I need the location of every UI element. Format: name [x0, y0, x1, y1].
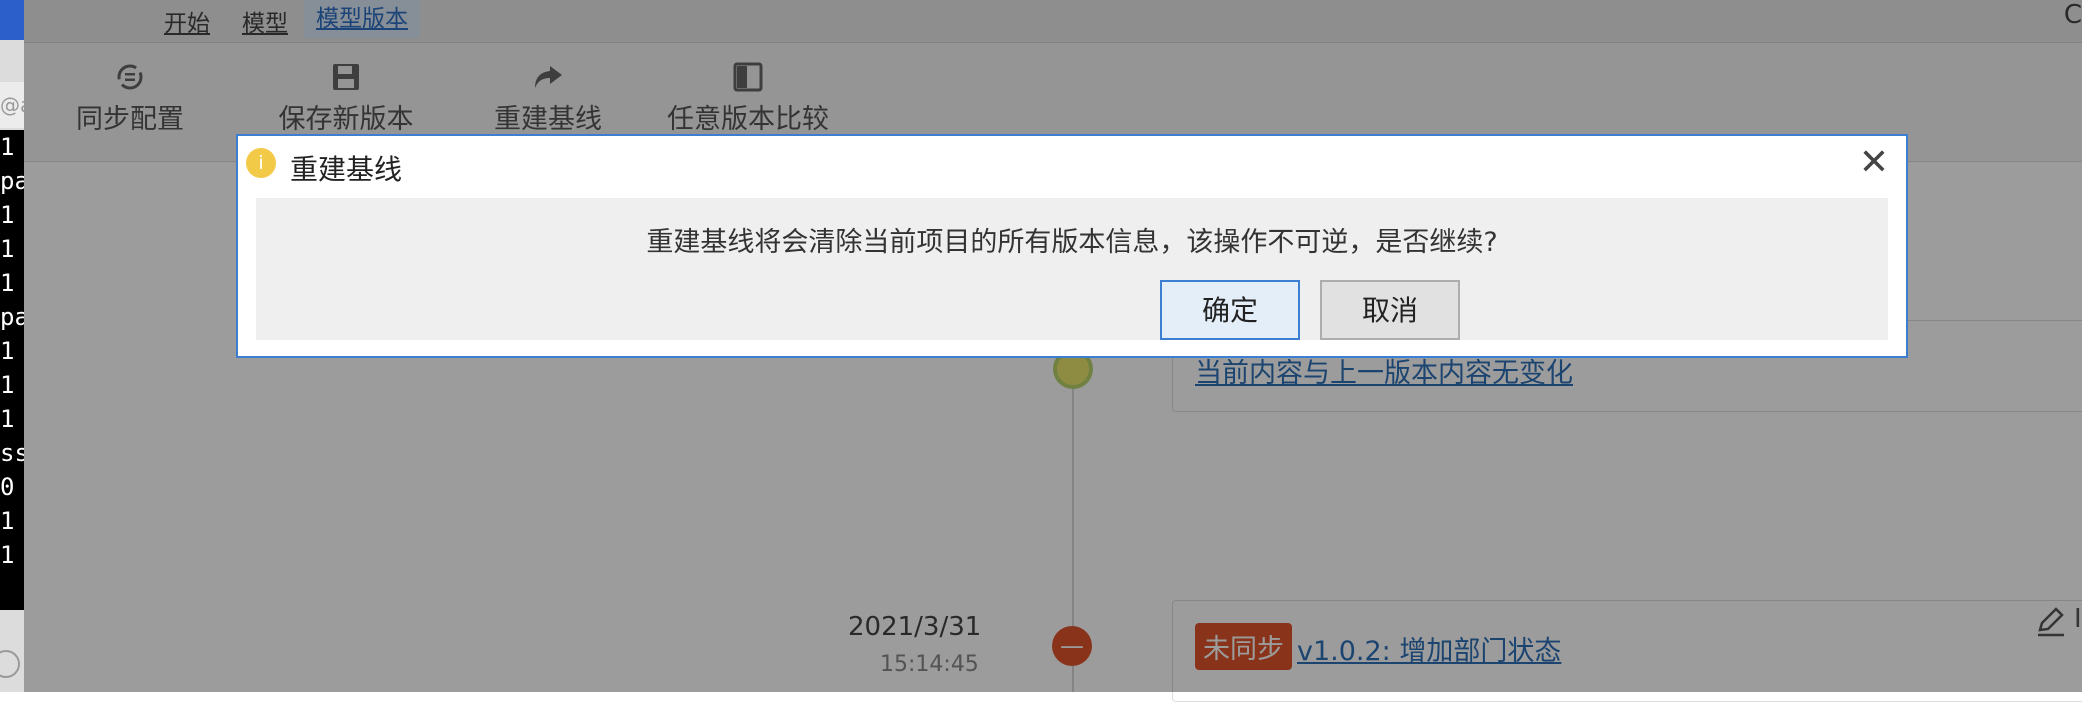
terminal-line: 1 [0, 235, 15, 263]
circle-icon [0, 650, 20, 678]
terminal-line: 1 [0, 201, 15, 229]
dialog-title: 重建基线 [290, 153, 403, 186]
terminal-line: 1 [0, 337, 15, 365]
terminal-address-fragment: @a [0, 82, 24, 128]
rebuild-baseline-dialog: i 重建基线 ✕ 重建基线将会清除当前项目的所有版本信息，该操作不可逆，是否继续… [236, 134, 1908, 358]
dialog-message: 重建基线将会清除当前项目的所有版本信息，该操作不可逆，是否继续? [646, 227, 1498, 258]
terminal-titlebar [0, 0, 24, 40]
cancel-button[interactable]: 取消 [1320, 280, 1460, 340]
dialog-title-bar: i 重建基线 ✕ [238, 136, 1906, 196]
terminal-line: 1 [0, 541, 15, 569]
terminal-line: ss [0, 439, 24, 467]
terminal-line: 1 [0, 133, 15, 161]
info-icon: i [246, 148, 276, 178]
terminal-line: pa [0, 167, 24, 195]
terminal-line: 1 [0, 405, 15, 433]
confirm-button[interactable]: 确定 [1160, 280, 1300, 340]
terminal-output: 1 pa 1 1 1 pa 1 1 1 ss 0 1 1 [0, 130, 24, 610]
terminal-line: 1 [0, 507, 15, 535]
terminal-line: pa [0, 303, 24, 331]
dialog-body: 重建基线将会清除当前项目的所有版本信息，该操作不可逆，是否继续? 确定 取消 [256, 198, 1888, 340]
close-button[interactable]: ✕ [1856, 145, 1892, 182]
terminal-line: 1 [0, 269, 15, 297]
background-terminal-window: @a 1 pa 1 1 1 pa 1 1 1 ss 0 1 1 [0, 0, 24, 692]
terminal-line: 0 [0, 473, 15, 501]
terminal-line: 1 [0, 371, 15, 399]
